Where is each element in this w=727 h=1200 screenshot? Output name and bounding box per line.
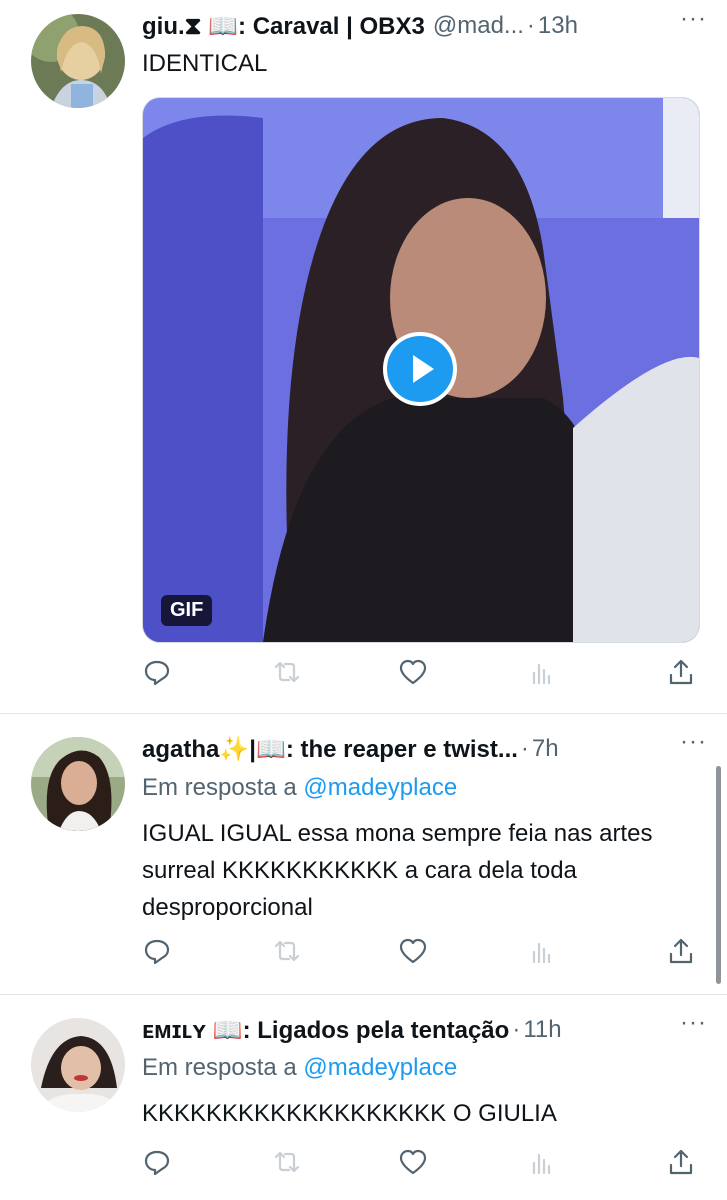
reply-button[interactable] (142, 936, 174, 968)
reply-icon (144, 939, 170, 965)
retweet-button[interactable] (272, 936, 304, 968)
reply-mention-link[interactable]: @madeyplace (303, 1054, 457, 1081)
more-options-icon[interactable]: ··· (680, 5, 707, 33)
timestamp[interactable]: 7h (532, 735, 559, 763)
like-button[interactable] (398, 936, 430, 968)
share-button[interactable] (666, 657, 698, 689)
share-button[interactable] (666, 1147, 698, 1179)
gif-badge: GIF (161, 595, 213, 626)
tweet-text: KKKKKKKKKKKKKKKKKKK O GIULIA (142, 1100, 557, 1127)
reply-prefix: Em resposta a (142, 1054, 297, 1081)
reply-mention-link[interactable]: @madeyplace (303, 774, 457, 801)
tweet-text: IDENTICAL (142, 50, 268, 77)
user-handle[interactable]: @mad... (433, 12, 524, 40)
tweet-actions (142, 1147, 698, 1179)
share-button[interactable] (666, 936, 698, 968)
tweet-1[interactable]: giu.⧗ 📖: Caraval | OBX3 @mad... · 13h ··… (0, 0, 727, 714)
more-options-icon[interactable]: ··· (680, 1009, 707, 1037)
retweet-button[interactable] (272, 657, 304, 689)
tweet-text: IGUAL IGUAL essa mona sempre feia nas ar… (142, 820, 653, 921)
analytics-button[interactable] (526, 1147, 558, 1179)
reply-button[interactable] (142, 657, 174, 689)
analytics-button[interactable] (526, 657, 558, 689)
retweet-icon (274, 1151, 300, 1173)
like-button[interactable] (398, 1147, 430, 1179)
avatar[interactable] (31, 14, 125, 108)
reply-button[interactable] (142, 1147, 174, 1179)
heart-icon (399, 1149, 427, 1175)
display-name[interactable]: giu.⧗ 📖: Caraval | OBX3 (142, 12, 425, 41)
analytics-button[interactable] (526, 936, 558, 968)
reply-icon (144, 660, 170, 686)
timestamp[interactable]: 13h (538, 12, 578, 40)
like-button[interactable] (398, 657, 430, 689)
separator-dot: · (512, 1016, 521, 1043)
retweet-button[interactable] (272, 1147, 304, 1179)
play-icon (413, 355, 434, 383)
share-icon (669, 659, 693, 685)
tweet-2[interactable]: agatha✨|📖: the reaper e twist... · 7h ··… (0, 714, 727, 994)
display-name[interactable]: agatha✨|📖: the reaper e twist... (142, 735, 518, 764)
retweet-icon (274, 940, 300, 962)
heart-icon (399, 938, 427, 964)
heart-icon (399, 659, 427, 685)
tweet-3[interactable]: ᴇᴍɪʟʏ 📖: Ligados pela tentação · 11h ···… (0, 995, 727, 1200)
reply-prefix: Em resposta a (142, 774, 297, 801)
share-icon (669, 938, 693, 964)
tweet-actions (142, 936, 698, 968)
gif-media[interactable]: GIF (142, 97, 700, 643)
reply-icon (144, 1150, 170, 1176)
separator-dot: · (520, 735, 529, 762)
tweet-header: giu.⧗ 📖: Caraval | OBX3 @mad... · 13h ··… (142, 5, 707, 43)
more-options-icon[interactable]: ··· (680, 728, 707, 756)
separator-dot: · (526, 12, 535, 39)
reply-context: Em resposta a @madeyplace (142, 774, 457, 802)
avatar[interactable] (31, 737, 125, 831)
retweet-icon (274, 661, 300, 683)
play-button[interactable] (383, 332, 457, 406)
tweet-actions (142, 657, 698, 689)
analytics-icon (532, 942, 551, 964)
tweet-header: agatha✨|📖: the reaper e twist... · 7h ··… (142, 728, 707, 766)
tweet-header: ᴇᴍɪʟʏ 📖: Ligados pela tentação · 11h ··· (142, 1009, 707, 1047)
scrollbar[interactable] (716, 766, 721, 984)
timestamp[interactable]: 11h (523, 1016, 561, 1044)
analytics-icon (532, 1153, 551, 1175)
share-icon (669, 1149, 693, 1175)
analytics-icon (532, 663, 551, 685)
reply-context: Em resposta a @madeyplace (142, 1054, 457, 1082)
avatar[interactable] (31, 1018, 125, 1112)
display-name[interactable]: ᴇᴍɪʟʏ 📖: Ligados pela tentação (142, 1016, 509, 1045)
